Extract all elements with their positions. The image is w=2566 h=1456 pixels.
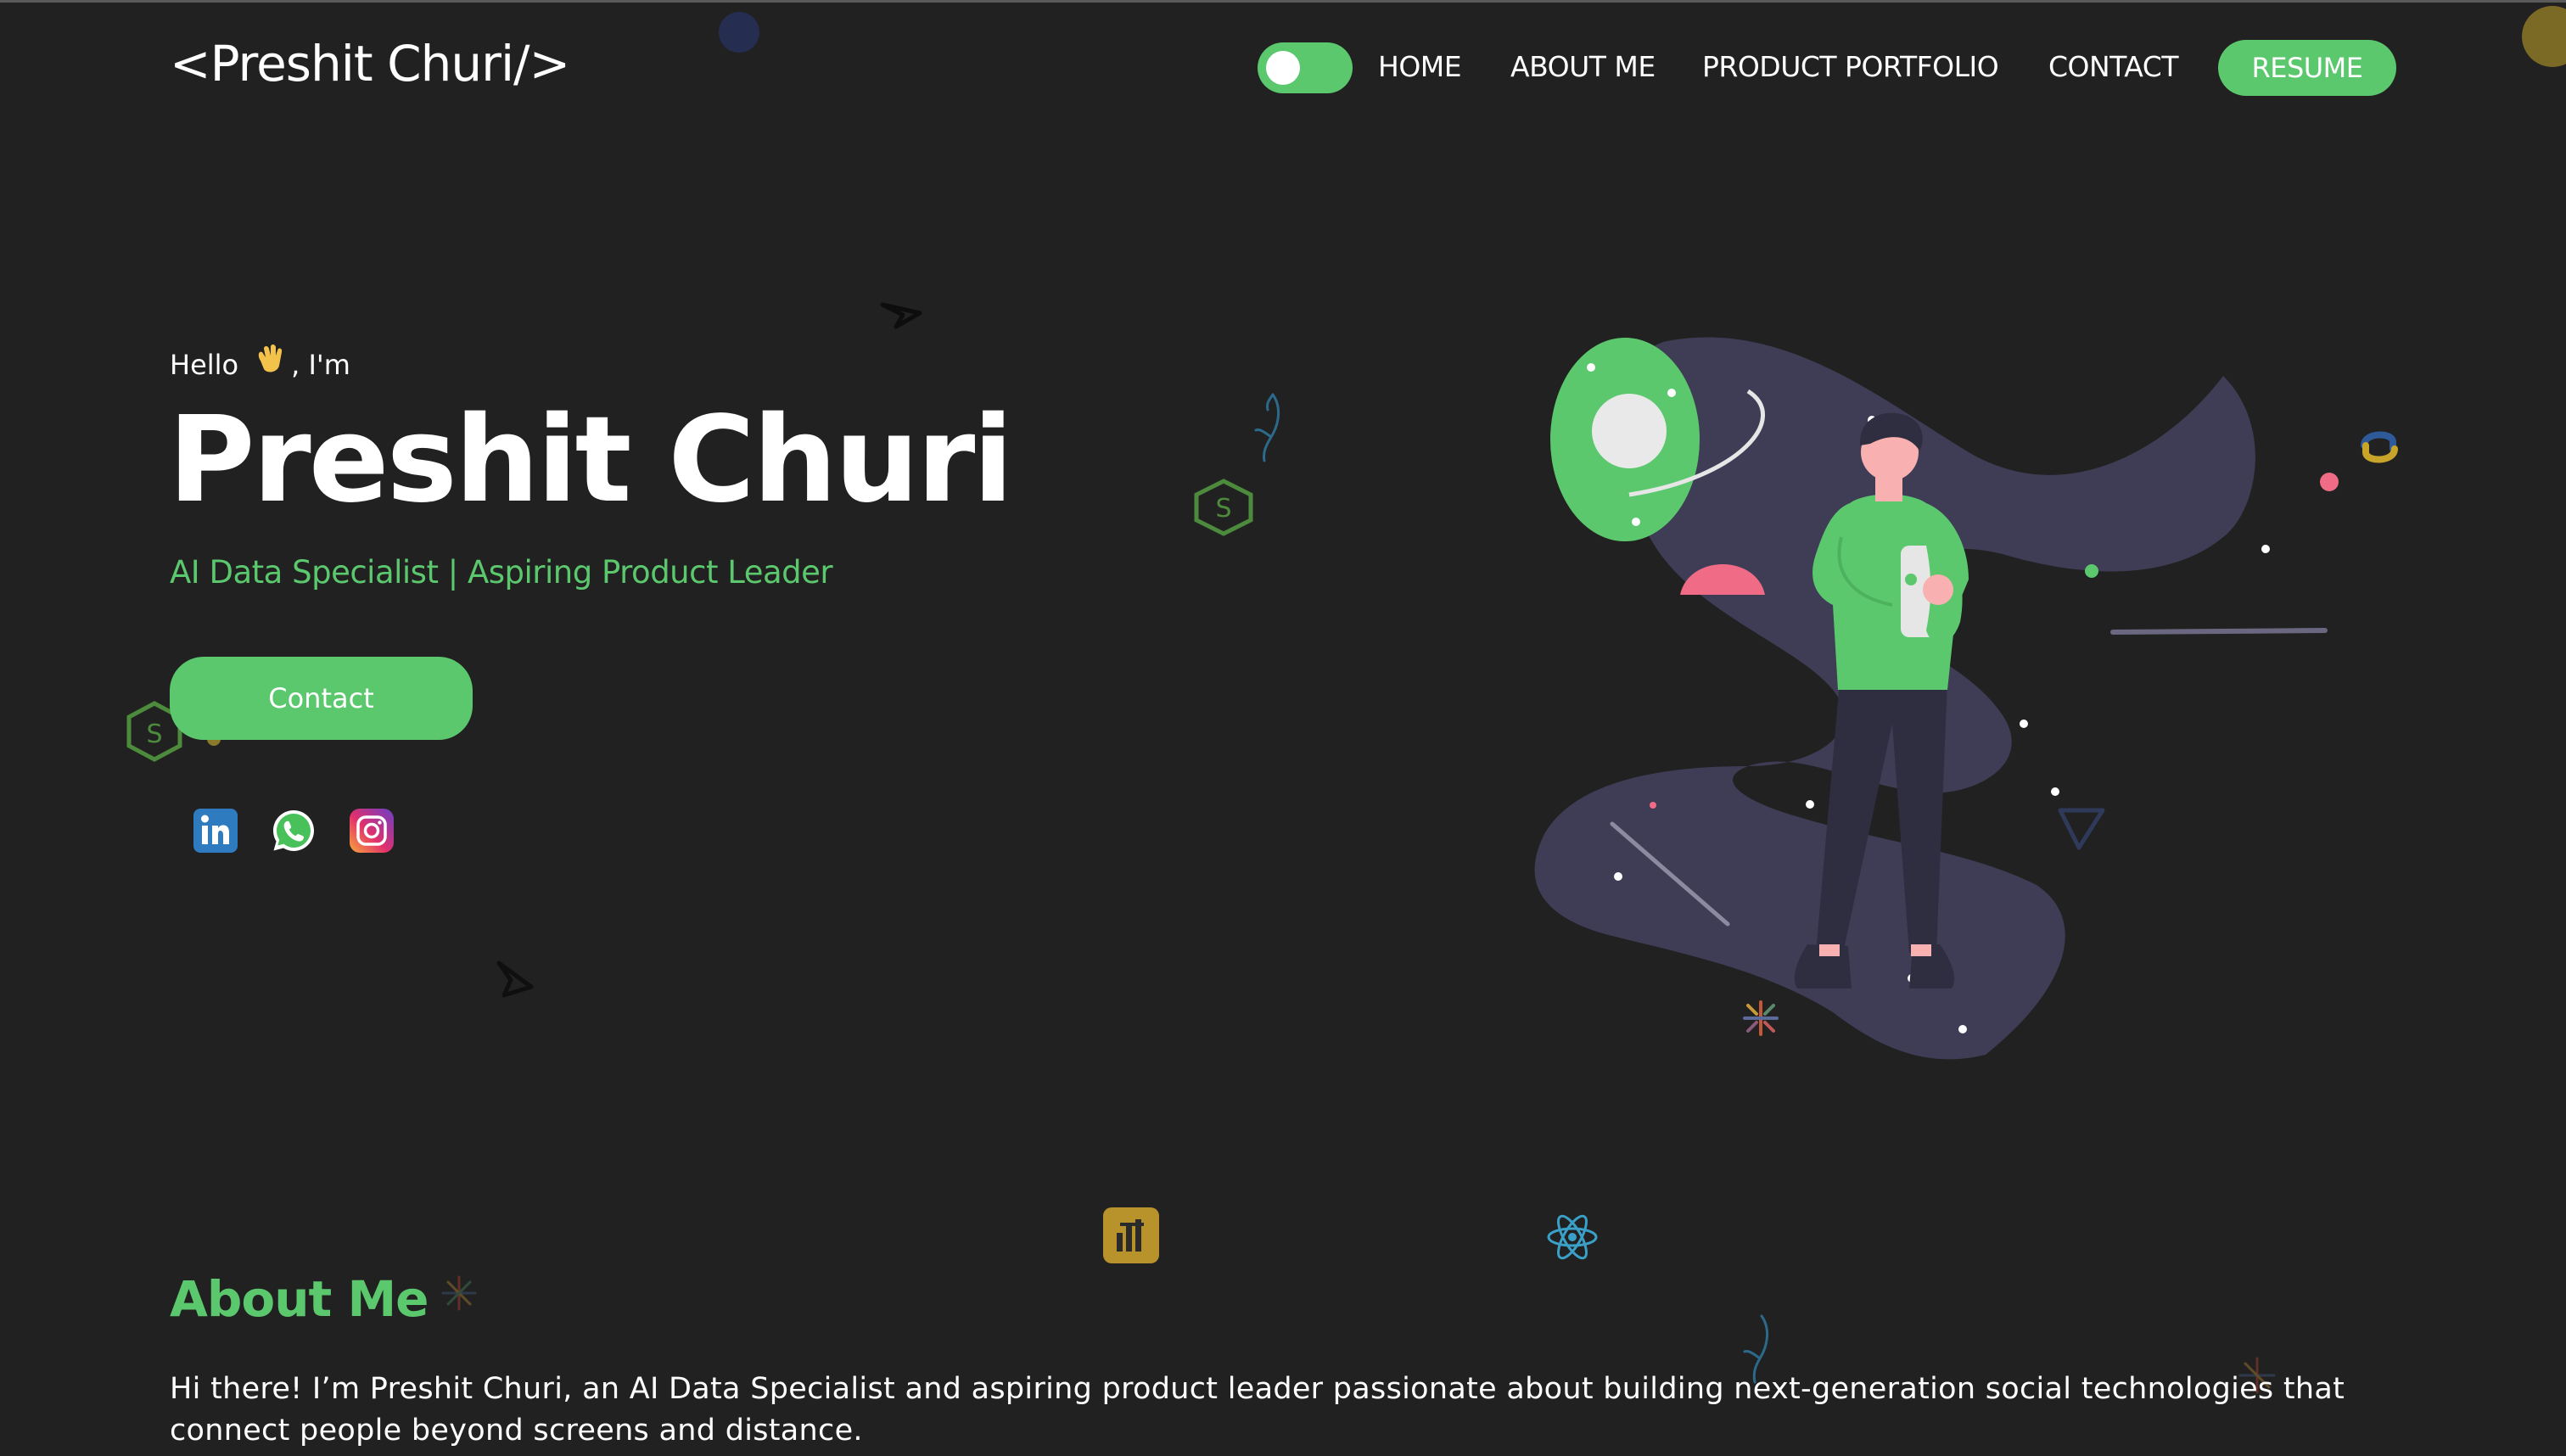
social-links [192,807,395,854]
swift-icon-2 [496,960,534,998]
pink-star-small [1650,802,1656,809]
theme-toggle[interactable] [1258,42,1353,93]
react-icon [1547,1214,1598,1260]
site-logo[interactable]: <Preshit Churi/> [170,35,570,92]
green-star [2085,564,2098,578]
blurred-yellow-icon [2522,6,2566,67]
hero-name-heading: Preshit Churi [168,391,1013,529]
tableau-icon-2 [441,1275,477,1311]
hello-suffix: , I'm [291,349,350,381]
waving-hand-icon [258,344,283,372]
svg-text:S: S [146,720,162,749]
linkedin-icon[interactable] [192,807,239,854]
about-me-paragraph: Hi there! I’m Preshit Churi, an AI Data … [170,1372,2345,1448]
shooting-star-line [2110,628,2328,635]
hero-subtitle: AI Data Specialist | Aspiring Product Le… [170,554,833,591]
nav-link-home[interactable]: HOME [1378,50,1462,84]
power-bi-icon [1103,1207,1159,1263]
nav-link-about-me[interactable]: ABOUT ME [1510,50,1656,84]
about-me-heading: About Me [170,1270,429,1328]
pink-star [2320,473,2339,491]
whatsapp-icon[interactable] [270,807,317,854]
nodejs-icon: S [1194,479,1253,536]
nav-link-contact[interactable]: CONTACT [2048,50,2179,84]
top-navbar: <Preshit Churi/> HOME ABOUT ME PRODUCT P… [0,3,2566,135]
nav-link-product-portfolio[interactable]: PRODUCT PORTFOLIO [1702,50,1999,84]
hero-illustration [1534,337,2339,1060]
portfolio-page: <Preshit Churi/> HOME ABOUT ME PRODUCT P… [0,0,2566,1456]
hello-prefix: Hello [170,349,239,381]
theme-toggle-knob [1266,51,1300,85]
swift-icon [880,302,922,329]
resume-button[interactable]: RESUME [2218,40,2396,96]
planet-crater [1592,394,1667,468]
contact-button[interactable]: Contact [170,657,473,740]
mysql-dolphin-icon [1254,393,1280,462]
instagram-icon[interactable] [348,807,395,854]
svg-text:S: S [1215,494,1231,524]
hello-greeting: Hello , I'm [170,342,350,381]
blurred-blue-icon [719,12,759,53]
